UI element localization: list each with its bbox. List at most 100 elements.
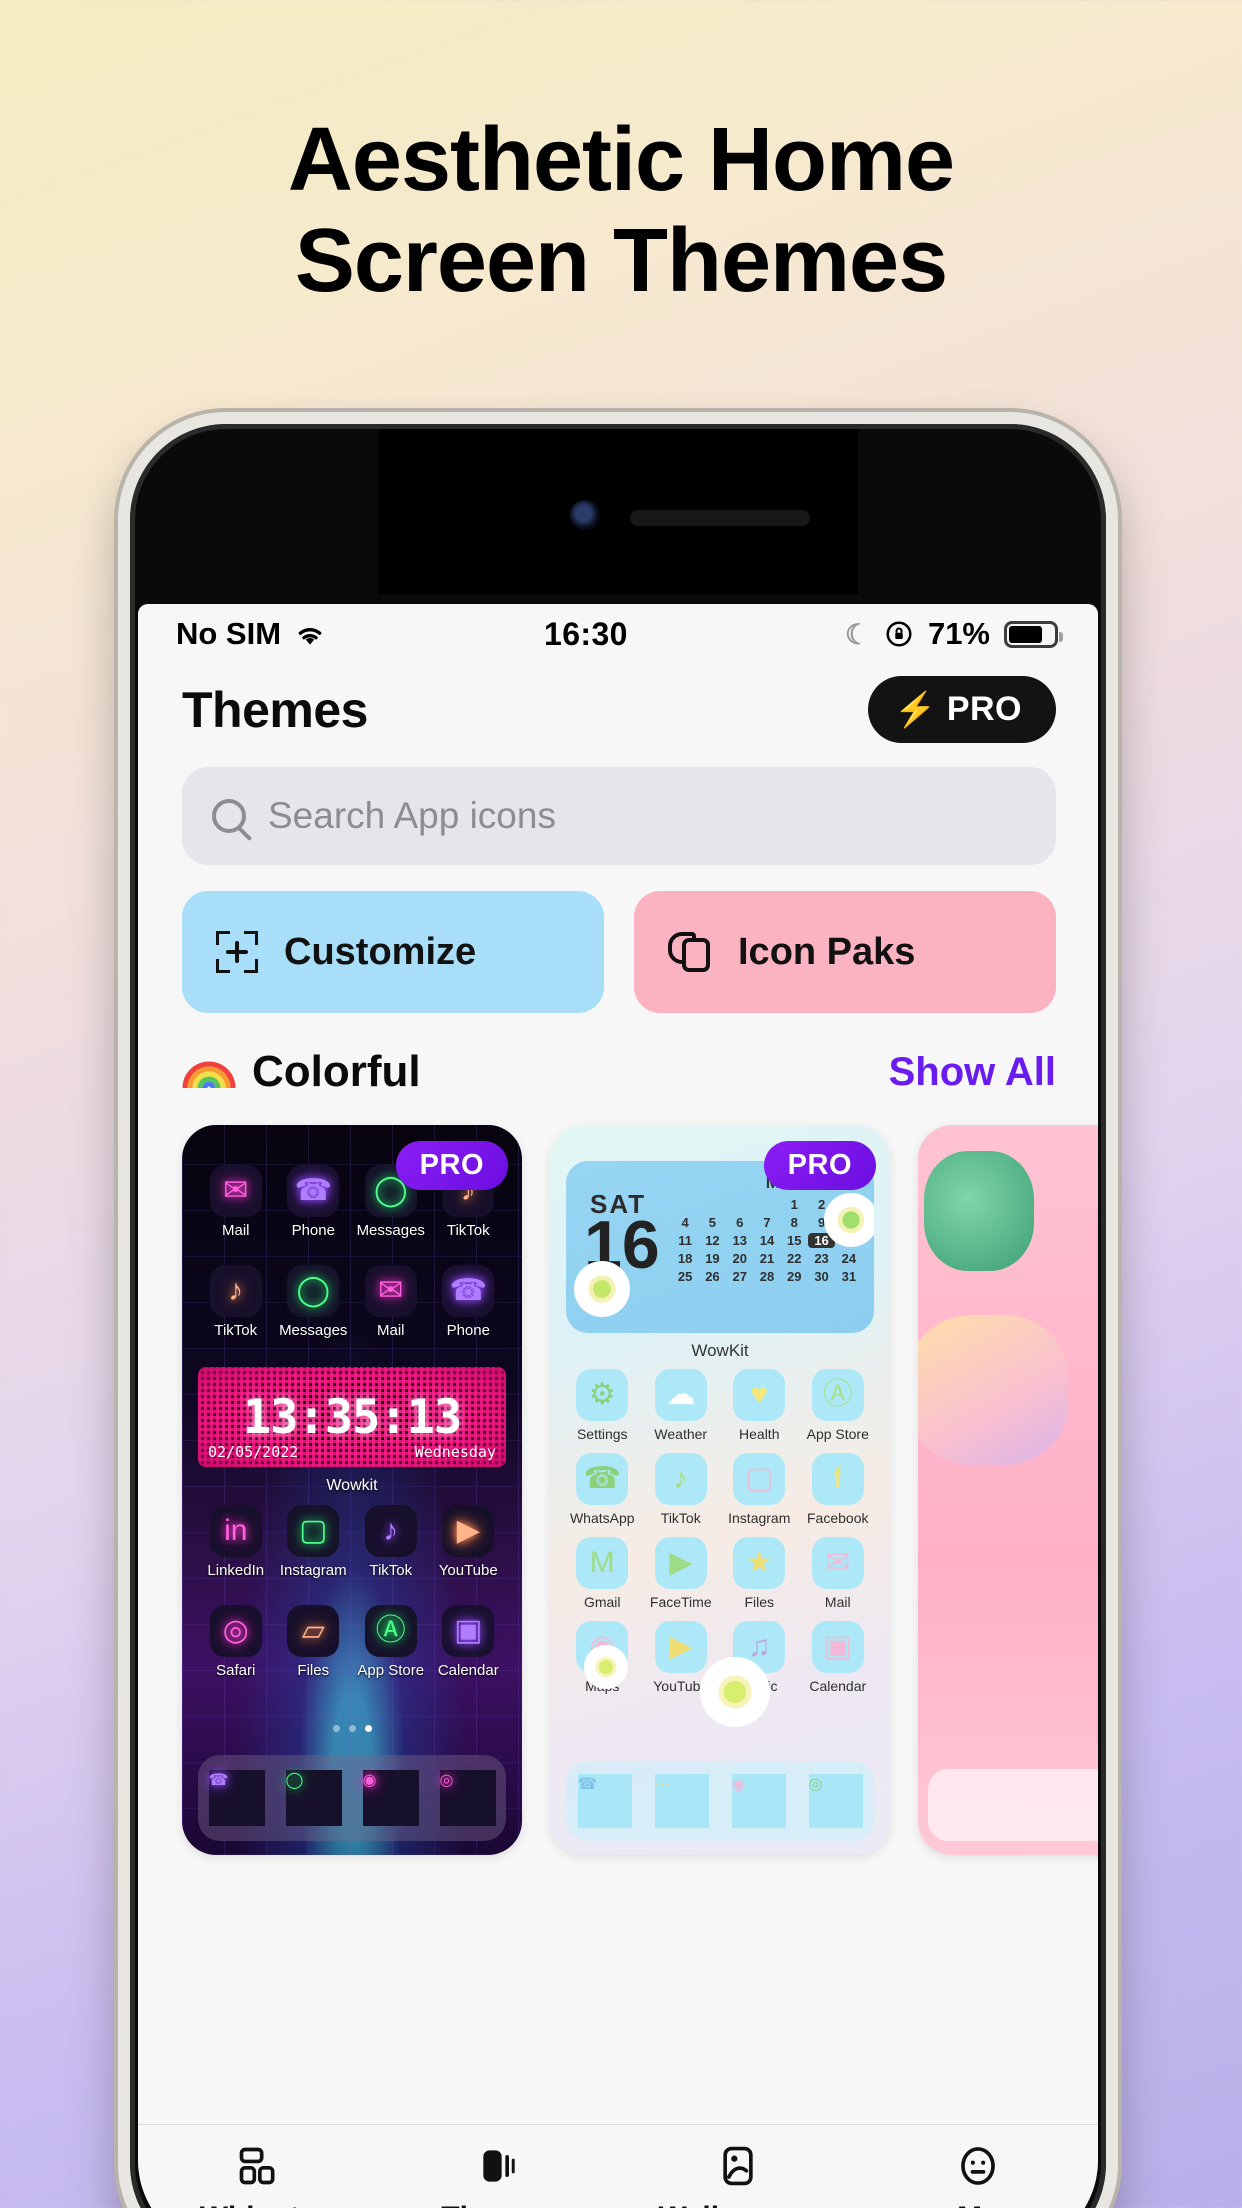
customize-button[interactable]: Customize bbox=[182, 891, 604, 1013]
icon-paks-label: Icon Paks bbox=[738, 930, 916, 973]
calendar-cell: 19 bbox=[705, 1251, 720, 1266]
app-icon: ✉ Mail bbox=[800, 1537, 877, 1610]
app-icon: ♥ Health bbox=[721, 1369, 798, 1442]
app-icon: ▱ Files bbox=[276, 1605, 352, 1679]
show-all-link[interactable]: Show All bbox=[889, 1050, 1056, 1095]
promo-line-2: Screen Themes bbox=[294, 210, 948, 311]
health-icon: ♥ bbox=[733, 1369, 786, 1421]
calendar-cell: 11 bbox=[678, 1233, 693, 1248]
neon-app-row-2: ♪ TikTok ◯ Messages ✉ Mail ☎ Phone bbox=[182, 1265, 522, 1339]
app-icon: ★ Files bbox=[721, 1537, 798, 1610]
pro-button-label: PRO bbox=[946, 690, 1022, 728]
tab-themes[interactable]: Themes bbox=[378, 2143, 618, 2208]
theme-card-neon[interactable]: PRO ✉ Mail ☎ Phone ◯ Messages ♪ TikTok ♪ TikT… bbox=[182, 1125, 522, 1855]
battery-percent: 71% bbox=[927, 616, 990, 651]
safari-icon: ◎ bbox=[439, 1770, 496, 1826]
messages-icon: ◯ bbox=[285, 1770, 342, 1826]
app-icon: ☎ WhatsApp bbox=[564, 1453, 641, 1526]
app-store-icon: Ⓐ bbox=[811, 1369, 864, 1421]
front-camera-icon bbox=[570, 500, 600, 530]
safari-icon: ◎ bbox=[209, 1605, 262, 1657]
page-dots bbox=[182, 1725, 522, 1732]
app-icon: Ⓐ App Store bbox=[800, 1369, 877, 1442]
clock-date: 02/05/2022 bbox=[208, 1443, 299, 1461]
daisy-dock: ☎ ⋯ ◉ ◎ bbox=[566, 1761, 874, 1841]
search-bar[interactable]: Search App icons bbox=[182, 767, 1056, 865]
app-icon: ⚙ Settings bbox=[564, 1369, 641, 1442]
face-profile-icon bbox=[956, 2143, 1000, 2189]
mail-icon: ✉ bbox=[811, 1537, 864, 1589]
daisy-flower-icon bbox=[574, 1261, 630, 1317]
widget-name-label: Wowkit bbox=[326, 1477, 378, 1494]
app-icon: ♪ TikTok bbox=[643, 1453, 720, 1526]
tab-wallpapers-label: Wallpapers bbox=[659, 2201, 818, 2208]
bottom-tab-bar[interactable]: Widgets Themes Wallpapers Me bbox=[138, 2124, 1098, 2208]
calendar-cell: 25 bbox=[677, 1269, 693, 1284]
calendar-cell-empty bbox=[754, 1197, 780, 1212]
calendar-cell-empty bbox=[699, 1197, 725, 1212]
calendar-cell: 1 bbox=[790, 1197, 798, 1212]
theme-card-pink[interactable]: ◉Camera ▱Files ☎ bbox=[918, 1125, 1098, 1855]
pink-dock: ☎ bbox=[928, 1769, 1098, 1841]
calendar-cell: 31 bbox=[841, 1269, 857, 1284]
app-icon: ▢ Instagram bbox=[276, 1505, 352, 1579]
app-icon: ◎ Safari bbox=[198, 1605, 274, 1679]
calendar-icon: ▣ bbox=[811, 1621, 864, 1673]
tiktok-icon: ♪ bbox=[209, 1265, 262, 1317]
calendar-cell: 21 bbox=[759, 1251, 775, 1266]
calendar-cell: 6 bbox=[736, 1215, 744, 1230]
tab-widgets[interactable]: Widgets bbox=[138, 2143, 378, 2208]
promo-line-1: Aesthetic Home bbox=[287, 110, 955, 210]
messages-icon: ⋯ bbox=[654, 1774, 709, 1828]
calendar-cell: 28 bbox=[759, 1269, 775, 1284]
carrier-label: No SIM bbox=[176, 616, 282, 651]
rotation-lock-icon bbox=[886, 621, 912, 647]
search-input[interactable]: Search App icons bbox=[268, 795, 556, 837]
app-icon: ▶ FaceTime bbox=[643, 1537, 720, 1610]
promo-headline: Aesthetic Home Screen Themes bbox=[0, 110, 1242, 312]
page-title: Themes bbox=[182, 681, 368, 738]
calendar-cell-empty bbox=[727, 1197, 753, 1212]
phone-icon: ☎ bbox=[287, 1165, 340, 1217]
calendar-cell: 29 bbox=[787, 1269, 802, 1284]
daisy-flower-icon bbox=[700, 1657, 770, 1727]
wallpaper-photo-icon bbox=[716, 2143, 760, 2189]
calendar-icon: ▣ bbox=[442, 1605, 495, 1657]
instagram-icon: ▢ bbox=[287, 1505, 340, 1557]
calendar-cell: 26 bbox=[705, 1269, 720, 1284]
app-icon: ▣ Calendar bbox=[800, 1621, 877, 1694]
pro-upgrade-button[interactable]: ⚡ PRO bbox=[867, 676, 1056, 743]
cactus-illustration bbox=[924, 1151, 1034, 1271]
app-icon: ♪ TikTok bbox=[353, 1505, 429, 1579]
calendar-cell: 12 bbox=[705, 1233, 720, 1248]
wifi-icon bbox=[298, 628, 322, 645]
tab-me[interactable]: Me bbox=[858, 2143, 1098, 2208]
widget-name-label: WowKit bbox=[691, 1341, 749, 1360]
card-pro-badge: PRO bbox=[763, 1141, 876, 1190]
theme-card-carousel[interactable]: PRO ✉ Mail ☎ Phone ◯ Messages ♪ TikTok ♪ TikT… bbox=[138, 1097, 1098, 2124]
messages-icon: ◯ bbox=[287, 1265, 340, 1317]
app-icon: ♪ TikTok bbox=[198, 1265, 274, 1339]
status-left: No SIM bbox=[176, 616, 327, 652]
app-icon: ☁ Weather bbox=[643, 1369, 720, 1442]
calendar-cell: 30 bbox=[814, 1269, 829, 1284]
mail-icon: ✉ bbox=[209, 1165, 262, 1217]
app-icon: ▣ Calendar bbox=[431, 1605, 507, 1679]
clock-time: 13:35:13 bbox=[242, 1389, 462, 1445]
safari-icon: ◎ bbox=[808, 1774, 863, 1828]
calendar-cell: 13 bbox=[732, 1233, 747, 1248]
bolt-icon: ⚡ bbox=[893, 690, 937, 729]
app-icon: M Gmail bbox=[564, 1537, 641, 1610]
battery-icon bbox=[1004, 620, 1063, 648]
theme-card-daisy[interactable]: PRO SAT 16 MARCH 12345678910111213141516… bbox=[550, 1125, 890, 1855]
app-icon: Ⓐ App Store bbox=[353, 1605, 429, 1679]
tab-wallpapers[interactable]: Wallpapers bbox=[618, 2143, 858, 2208]
files-icon: ▱ bbox=[287, 1605, 340, 1657]
app-icon: ✉ Mail bbox=[353, 1265, 429, 1339]
mail-icon: ✉ bbox=[364, 1265, 417, 1317]
icon-paks-button[interactable]: Icon Paks bbox=[634, 891, 1056, 1013]
frame-plus-icon bbox=[216, 931, 258, 973]
calendar-cell: 20 bbox=[732, 1251, 747, 1266]
app-icon: ☎ Phone bbox=[276, 1165, 352, 1239]
section-header-colorful: Colorful Show All bbox=[138, 1013, 1098, 1097]
